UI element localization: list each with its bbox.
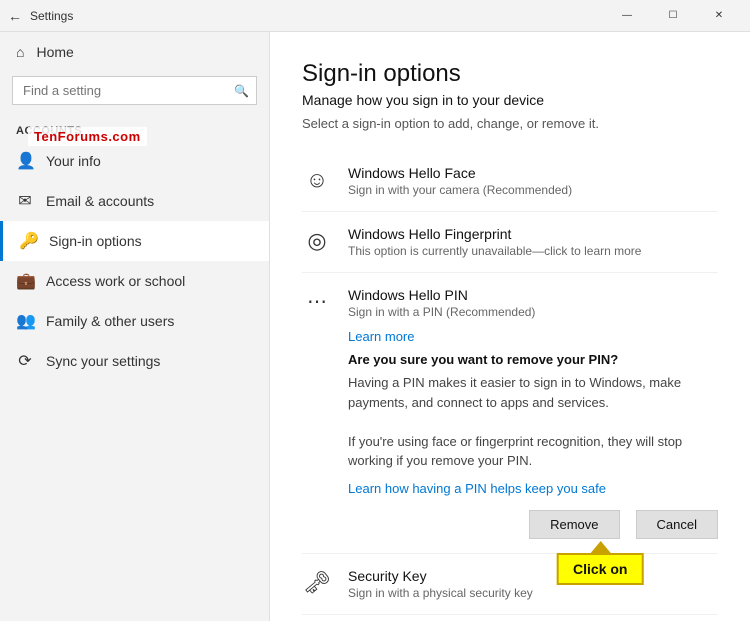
- pin-info: Windows Hello PIN Sign in with a PIN (Re…: [348, 287, 718, 319]
- sidebar-icon-family-users: 👥: [16, 311, 34, 331]
- sign-in-options-list: ☺ Windows Hello Face Sign in with your c…: [302, 151, 718, 621]
- sidebar-search: 🔍: [12, 76, 257, 105]
- remove-pin-button[interactable]: Remove: [529, 510, 619, 539]
- sidebar-item-family-users[interactable]: 👥 Family & other users: [0, 301, 269, 341]
- maximize-button[interactable]: ☐: [650, 0, 696, 32]
- cancel-pin-button[interactable]: Cancel: [636, 510, 718, 539]
- sidebar-item-email-accounts[interactable]: ✉ Email & accounts: [0, 181, 269, 221]
- option-desc-security-key: Sign in with a physical security key: [348, 586, 718, 600]
- sidebar-label-sign-in-options: Sign-in options: [49, 233, 142, 249]
- option-icon-hello-face: ☺: [302, 167, 332, 193]
- sidebar-home-button[interactable]: ⌂ Home: [0, 32, 269, 72]
- pin-icon: ⋯: [302, 289, 332, 314]
- title-bar-title: Settings: [30, 9, 73, 23]
- option-info-hello-fingerprint: Windows Hello Fingerprint This option is…: [348, 226, 718, 258]
- watermark: TenForums.com: [28, 127, 147, 146]
- content-subtitle: Manage how you sign in to your device: [302, 92, 718, 108]
- option-desc-hello-fingerprint: This option is currently unavailable—cli…: [348, 244, 718, 258]
- minimize-button[interactable]: —: [604, 0, 650, 32]
- sidebar-icon-sign-in-options: 🔑: [19, 231, 37, 251]
- option-hello-fingerprint[interactable]: ◎ Windows Hello Fingerprint This option …: [302, 212, 718, 273]
- option-info-security-key: Security Key Sign in with a physical sec…: [348, 568, 718, 600]
- page-title: Sign-in options: [302, 60, 718, 88]
- home-icon: ⌂: [16, 44, 24, 60]
- learn-safe-link[interactable]: Learn how having a PIN helps keep you sa…: [348, 481, 718, 496]
- option-icon-hello-fingerprint: ◎: [302, 228, 332, 254]
- sidebar-label-access-work: Access work or school: [46, 273, 185, 289]
- learn-more-link[interactable]: Learn more: [348, 329, 718, 344]
- sidebar: TenForums.com ⌂ Home 🔍 Accounts 👤 Your i…: [0, 32, 270, 621]
- search-icon: 🔍: [234, 84, 249, 98]
- sidebar-label-sync-settings: Sync your settings: [46, 353, 160, 369]
- content-area: Sign-in options Manage how you sign in t…: [270, 32, 750, 621]
- option-name-security-key: Security Key: [348, 568, 718, 584]
- sidebar-icon-your-info: 👤: [16, 151, 34, 171]
- option-desc-hello-face: Sign in with your camera (Recommended): [348, 183, 718, 197]
- option-password[interactable]: 🔑 Password Sign in with your account's p…: [302, 615, 718, 621]
- app-body: TenForums.com ⌂ Home 🔍 Accounts 👤 Your i…: [0, 32, 750, 621]
- option-hello-face[interactable]: ☺ Windows Hello Face Sign in with your c…: [302, 151, 718, 212]
- option-name-hello-face: Windows Hello Face: [348, 165, 718, 181]
- sidebar-item-sign-in-options[interactable]: 🔑 Sign-in options: [0, 221, 269, 261]
- search-input[interactable]: [12, 76, 257, 105]
- home-label: Home: [36, 44, 73, 60]
- sidebar-label-email-accounts: Email & accounts: [46, 193, 154, 209]
- pin-header: ⋯ Windows Hello PIN Sign in with a PIN (…: [302, 273, 718, 329]
- sidebar-item-sync-settings[interactable]: ⟳ Sync your settings: [0, 341, 269, 381]
- sidebar-items: 👤 Your info ✉ Email & accounts 🔑 Sign-in…: [0, 141, 269, 381]
- option-hello-pin-expanded: ⋯ Windows Hello PIN Sign in with a PIN (…: [302, 273, 718, 554]
- confirm-body1: Having a PIN makes it easier to sign in …: [348, 373, 718, 471]
- sidebar-item-your-info[interactable]: 👤 Your info: [0, 141, 269, 181]
- sidebar-icon-access-work: 💼: [16, 271, 34, 291]
- sidebar-item-access-work[interactable]: 💼 Access work or school: [0, 261, 269, 301]
- option-info-hello-face: Windows Hello Face Sign in with your cam…: [348, 165, 718, 197]
- option-security-key[interactable]: 🗝 Security Key Sign in with a physical s…: [302, 554, 718, 615]
- sidebar-label-your-info: Your info: [46, 153, 101, 169]
- option-icon-security-key: 🗝: [302, 570, 332, 596]
- content-desc: Select a sign-in option to add, change, …: [302, 116, 718, 131]
- window-controls: — ☐ ✕: [604, 0, 742, 32]
- close-button[interactable]: ✕: [696, 0, 742, 32]
- back-button[interactable]: ←: [8, 8, 22, 24]
- option-name-hello-fingerprint: Windows Hello Fingerprint: [348, 226, 718, 242]
- confirm-title: Are you sure you want to remove your PIN…: [348, 352, 718, 367]
- sidebar-label-family-users: Family & other users: [46, 313, 174, 329]
- sidebar-icon-email-accounts: ✉: [16, 191, 34, 211]
- pin-name: Windows Hello PIN: [348, 287, 718, 303]
- pin-desc: Sign in with a PIN (Recommended): [348, 305, 718, 319]
- sidebar-icon-sync-settings: ⟳: [16, 351, 34, 371]
- title-bar: ← Settings — ☐ ✕: [0, 0, 750, 32]
